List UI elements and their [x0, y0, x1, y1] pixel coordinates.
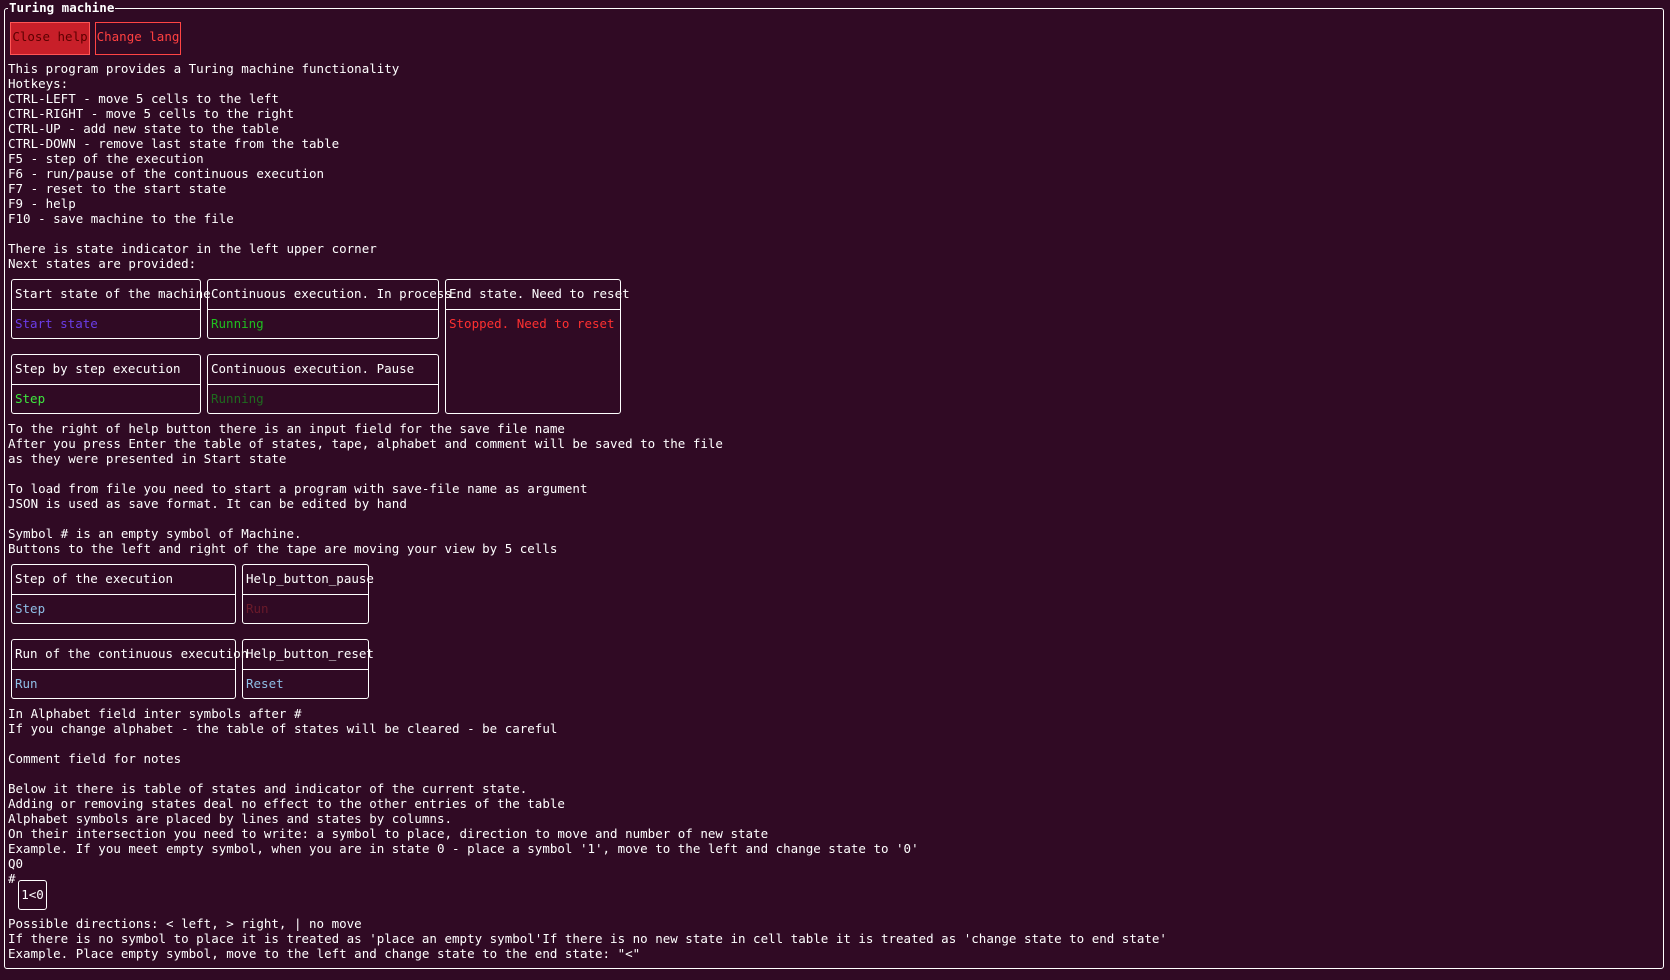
state-box-title: Continuous execution. In process	[211, 286, 452, 301]
help-line: F9 - help	[8, 196, 76, 211]
help-line: To load from file you need to start a pr…	[8, 481, 588, 496]
help-line: CTRL-UP - add new state to the table	[8, 121, 279, 136]
state-box-title: Step by step execution	[15, 361, 181, 376]
help-line: Alphabet symbols are placed by lines and…	[8, 811, 453, 826]
state-box-title: End state. Need to reset	[449, 286, 630, 301]
help-pause-button[interactable]: Run	[246, 602, 269, 616]
control-box-title: Help_button_reset	[246, 646, 374, 661]
control-box-step: Step of the execution Step	[11, 564, 236, 624]
close-help-button[interactable]: Close help	[10, 22, 90, 55]
help-line: Symbol # is an empty symbol of Machine.	[8, 526, 302, 541]
help-line: Comment field for notes	[8, 751, 182, 766]
help-line: CTRL-DOWN - remove last state from the t…	[8, 136, 340, 151]
state-indicator-paused: Running	[211, 391, 264, 406]
control-box-pause: Help_button_pause Run	[242, 564, 374, 624]
state-box-paused: Continuous execution. Pause Running	[207, 354, 439, 414]
control-box-title: Step of the execution	[15, 571, 174, 586]
help-line: Example. If you meet empty symbol, when …	[8, 841, 919, 856]
help-line: If you change alphabet - the table of st…	[8, 721, 558, 736]
help-line: Hotkeys:	[8, 76, 69, 91]
state-indicator-start: Start state	[15, 316, 98, 331]
help-line: To the right of help button there is an …	[8, 421, 565, 436]
help-line: Adding or removing states deal no effect…	[8, 796, 565, 811]
state-indicator-stopped: Stopped. Need to reset	[449, 316, 615, 331]
state-box-title: Start state of the machine	[15, 286, 211, 301]
example-table-cell: 1<0	[18, 880, 47, 910]
example-symbol-row: #	[8, 871, 16, 886]
help-line: Example. Place empty symbol, move to the…	[8, 946, 641, 961]
help-reset-button[interactable]: Reset	[246, 677, 284, 691]
change-lang-button[interactable]: Change lang	[95, 22, 181, 55]
control-box-reset: Help_button_reset Reset	[242, 639, 374, 699]
help-line: F10 - save machine to the file	[8, 211, 234, 226]
state-box-running: Continuous execution. In process Running	[207, 279, 452, 339]
help-line: CTRL-RIGHT - move 5 cells to the right	[8, 106, 294, 121]
state-box-start: Start state of the machine Start state	[11, 279, 211, 339]
help-line: JSON is used as save format. It can be e…	[8, 496, 407, 511]
help-line: as they were presented in Start state	[8, 451, 287, 466]
help-line: There is state indicator in the left upp…	[8, 241, 377, 256]
help-line: After you press Enter the table of state…	[8, 436, 723, 451]
help-line: F6 - run/pause of the continuous executi…	[8, 166, 325, 181]
state-indicator-step: Step	[15, 391, 46, 406]
help-line: On their intersection you need to write:…	[8, 826, 769, 841]
help-line: Buttons to the left and right of the tap…	[8, 541, 558, 556]
close-help-label: Close help	[12, 29, 88, 44]
state-box-end: End state. Need to reset Stopped. Need t…	[445, 279, 630, 414]
help-line: This program provides a Turing machine f…	[8, 61, 400, 76]
control-box-run: Run of the continuous execution Run	[11, 639, 248, 699]
help-run-button[interactable]: Run	[15, 677, 38, 691]
help-line: Next states are provided:	[8, 256, 197, 271]
state-box-step: Step by step execution Step	[11, 354, 201, 414]
state-box-title: Continuous execution. Pause	[211, 361, 415, 376]
window-title: Turing machine	[8, 0, 116, 15]
control-box-title: Run of the continuous execution	[15, 646, 249, 661]
help-line: F5 - step of the execution	[8, 151, 204, 166]
help-line: CTRL-LEFT - move 5 cells to the left	[8, 91, 279, 106]
help-line: If there is no symbol to place it is tre…	[8, 931, 1167, 946]
example-state-header: Q0	[8, 856, 24, 871]
help-line: Below it there is table of states and in…	[8, 781, 528, 796]
control-box-title: Help_button_pause	[246, 571, 374, 586]
help-step-button[interactable]: Step	[15, 602, 45, 616]
help-line: In Alphabet field inter symbols after #	[8, 706, 302, 721]
help-line: Possible directions: < left, > right, | …	[8, 916, 362, 931]
help-line: F7 - reset to the start state	[8, 181, 227, 196]
state-indicator-running: Running	[211, 316, 264, 331]
